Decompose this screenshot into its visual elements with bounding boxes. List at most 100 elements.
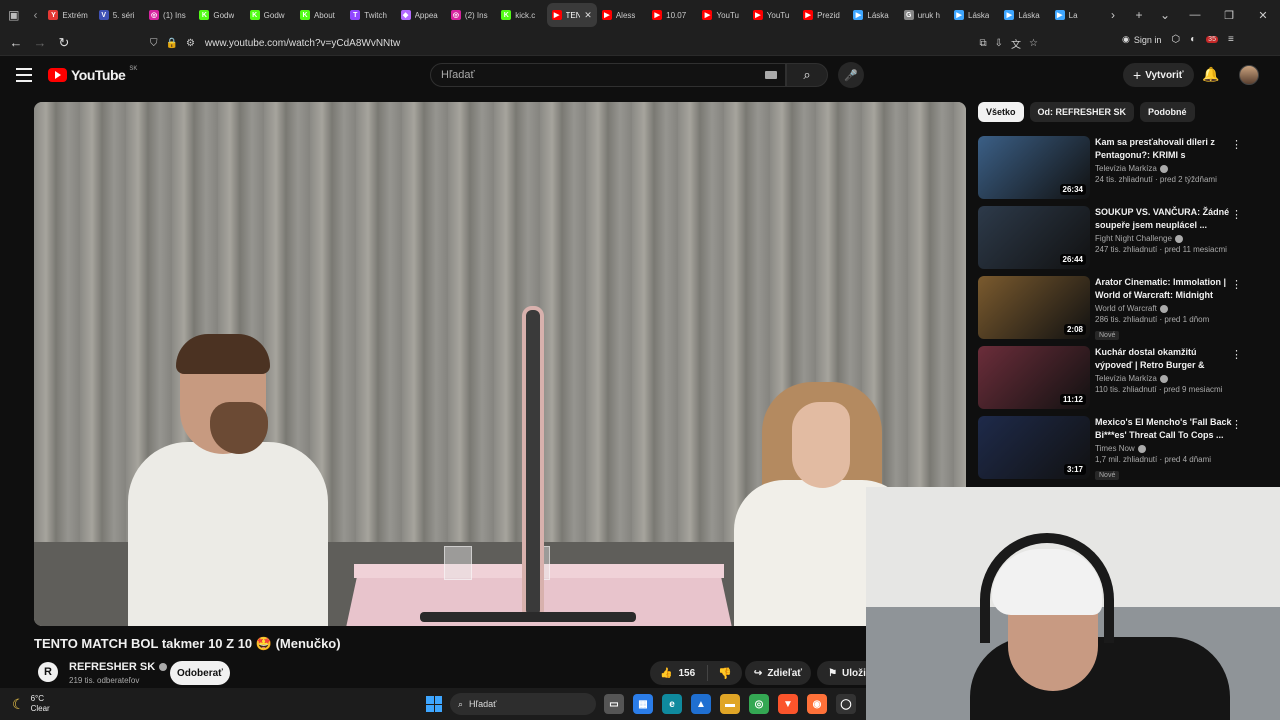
url-field[interactable]: ⛉ 🔒 ⚙ www.youtube.com/watch?v=yCdA8WvNNt… [150, 33, 1046, 53]
channel-avatar[interactable]: R [38, 662, 58, 682]
browser-tab[interactable]: V 5. séri [94, 3, 144, 27]
search-input[interactable] [441, 69, 761, 81]
avatar[interactable] [1239, 65, 1259, 85]
voice-search-button[interactable]: 🎤 [838, 62, 864, 88]
minimize-icon[interactable]: — [1178, 0, 1212, 30]
forward-icon[interactable]: → [28, 30, 52, 56]
firefox-icon[interactable]: ◉ [807, 694, 827, 714]
tab-scroll-left-icon[interactable]: ‹ [28, 0, 44, 30]
task-view-icon[interactable]: ▭ [604, 694, 624, 714]
browser-tab[interactable]: Kkick.c [496, 3, 546, 27]
browser-tab[interactable]: ▶ Prezid [798, 3, 848, 27]
browser-tab[interactable]: ▶ Láska [848, 3, 898, 27]
list-item[interactable]: 3:17 Mexico's El Mencho's 'Fall Back Bi**… [978, 416, 1248, 486]
browser-tab[interactable]: T Twitch [345, 3, 395, 27]
share-button[interactable]: ↪ Zdieľať [745, 661, 811, 685]
browser-tab[interactable]: ▶ Aless [597, 3, 647, 27]
more-options-icon[interactable]: ⋮ [1231, 278, 1242, 291]
shield-icon[interactable]: ⛉ [150, 38, 158, 49]
download-icon[interactable]: ⇩ [995, 38, 1003, 49]
translate-icon[interactable]: 文 [1011, 36, 1021, 51]
file-explorer-icon[interactable]: ▬ [720, 694, 740, 714]
filter-chip[interactable]: Podobné [1140, 102, 1195, 122]
browser-tab[interactable]: Guruk h [899, 3, 949, 27]
subscribe-button[interactable]: Odoberať [170, 661, 230, 685]
opera-gx-icon[interactable]: ◯ [836, 694, 856, 714]
more-options-icon[interactable]: ⋮ [1231, 418, 1242, 431]
video-thumbnail[interactable]: 26:34 [978, 136, 1090, 199]
browser-tab[interactable]: ▶ La [1050, 3, 1100, 27]
browser-tab[interactable]: ▶ YouTu [697, 3, 747, 27]
channel-name-link[interactable]: World of Warcraft [1095, 304, 1233, 313]
video-title[interactable]: Kam sa presťahovali díleri z Pentagonu?:… [1095, 136, 1233, 162]
store-icon[interactable]: ▦ [633, 694, 653, 714]
chrome-icon[interactable]: ◎ [749, 694, 769, 714]
reload-icon[interactable]: ↻ [52, 30, 76, 56]
like-button[interactable]: 👍 156 [650, 665, 708, 681]
browser-tab[interactable]: K Godw [245, 3, 295, 27]
browser-tab[interactable]: ▶ Láska [999, 3, 1049, 27]
youtube-logo[interactable]: YouTube SK [48, 66, 137, 83]
more-options-icon[interactable]: ⋮ [1231, 348, 1242, 361]
browser-tab[interactable]: ▶ Láska [949, 3, 999, 27]
channel-name-link[interactable]: Televízia Markíza [1095, 374, 1233, 383]
new-tab-icon[interactable]: + [1126, 8, 1152, 22]
video-thumbnail[interactable]: 11:12 [978, 346, 1090, 409]
tab-actions-icon[interactable]: ▣ [0, 0, 28, 30]
create-button[interactable]: + Vytvoriť [1123, 63, 1194, 87]
notifications-badge[interactable]: 35 [1206, 36, 1218, 43]
keyboard-icon[interactable] [765, 71, 777, 79]
bookmark-star-icon[interactable]: ☆ [1029, 38, 1038, 49]
channel-name-link[interactable]: REFRESHER SK [69, 661, 168, 673]
browser-tab[interactable]: ◎ (2) Ins [446, 3, 496, 27]
taskbar-search[interactable]: ⌕ Hľadať [450, 693, 596, 715]
list-item[interactable]: 11:12 Kuchár dostal okamžitú výpoveď | Re… [978, 346, 1248, 416]
back-icon[interactable]: ← [4, 30, 28, 56]
more-options-icon[interactable]: ⋮ [1231, 208, 1242, 221]
list-item[interactable]: 26:34 Kam sa presťahovali díleri z Pentag… [978, 136, 1248, 206]
screenshot-icon[interactable]: ⧉ [980, 38, 987, 49]
bell-icon[interactable]: 🔔 [1202, 66, 1219, 83]
url-text[interactable]: www.youtube.com/watch?v=yCdA8WvNNtw [205, 38, 400, 49]
video-title[interactable]: SOUKUP VS. VANČURA: Žádné soupeře jsem n… [1095, 206, 1233, 232]
browser-tab[interactable]: K Godw [194, 3, 244, 27]
edge-icon[interactable]: e [662, 694, 682, 714]
extensions-icon[interactable]: ⬡ [1171, 34, 1180, 45]
windows-start-icon[interactable] [426, 696, 442, 712]
video-title[interactable]: Mexico's El Mencho's 'Fall Back Bi***es'… [1095, 416, 1233, 442]
browser-tab[interactable]: K About [295, 3, 345, 27]
search-button[interactable]: ⌕ [786, 63, 828, 87]
list-item[interactable]: 2:08 Arator Cinematic: Immolation | World… [978, 276, 1248, 346]
brave-icon[interactable]: ▼ [778, 694, 798, 714]
video-title[interactable]: Arator Cinematic: Immolation | World of … [1095, 276, 1233, 302]
lock-icon[interactable]: 🔒 [166, 38, 178, 49]
channel-name-link[interactable]: Times Now [1095, 444, 1233, 453]
browser-tab[interactable]: Y Extrém [43, 3, 93, 27]
site-settings-icon[interactable]: ⚙ [186, 38, 195, 49]
browser-tab[interactable]: ◎ (1) Ins [144, 3, 194, 27]
tab-scroll-right-icon[interactable]: › [1100, 8, 1126, 22]
close-window-icon[interactable]: ✕ [1246, 0, 1280, 30]
sign-in-button[interactable]: ◉ Sign in [1122, 34, 1161, 45]
menu-icon[interactable] [16, 68, 32, 82]
browser-tab[interactable]: ▶ YouTu [748, 3, 798, 27]
video-thumbnail[interactable]: 3:17 [978, 416, 1090, 479]
vpn-icon[interactable]: ◐ [1190, 34, 1196, 45]
video-title[interactable]: Kuchár dostal okamžitú výpoveď | Retro B… [1095, 346, 1233, 372]
dislike-button[interactable]: 👎 [708, 667, 742, 680]
video-player[interactable] [34, 102, 966, 626]
filter-chip[interactable]: Od: REFRESHER SK [1029, 102, 1135, 122]
tab-close-icon[interactable]: ✕ [584, 10, 592, 21]
browser-tab[interactable]: ▶ 10.07 [647, 3, 697, 27]
weather-widget[interactable]: ☾ 6°C Clear [12, 694, 50, 714]
video-thumbnail[interactable]: 2:08 [978, 276, 1090, 339]
photos-icon[interactable]: ▲ [691, 694, 711, 714]
channel-name-link[interactable]: Televízia Markíza [1095, 164, 1233, 173]
browser-tab[interactable]: ◆ Appea [396, 3, 446, 27]
channel-name-link[interactable]: Fight Night Challenge [1095, 234, 1233, 243]
maximize-icon[interactable]: ❐ [1212, 0, 1246, 30]
more-options-icon[interactable]: ⋮ [1231, 138, 1242, 151]
search-box[interactable] [430, 63, 786, 87]
list-item[interactable]: 26:44 SOUKUP VS. VANČURA: Žádné soupeře j… [978, 206, 1248, 276]
filter-chip[interactable]: Všetko [978, 102, 1024, 122]
